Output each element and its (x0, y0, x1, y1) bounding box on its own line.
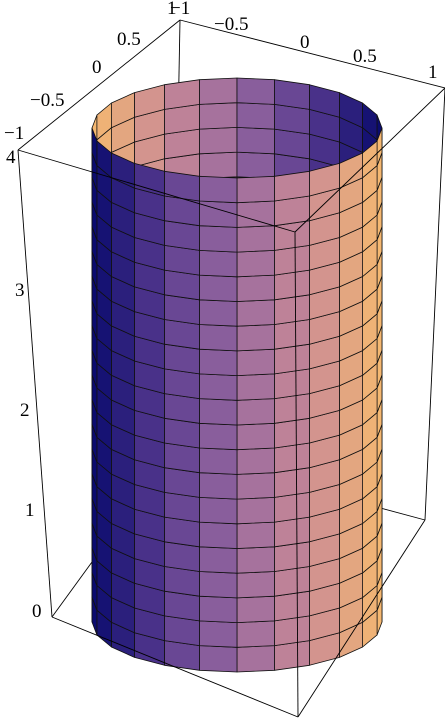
x-axis-ticks: −1 −0.5 0 0.5 1 (170, 0, 438, 83)
surface-panel-outer (236, 620, 275, 648)
surface-panel-outer (199, 546, 238, 574)
z-tick-label: 3 (15, 280, 25, 301)
y-tick-label: −1 (4, 123, 24, 144)
surface-panel-outer (199, 175, 238, 204)
surface-panel-outer (236, 571, 275, 599)
surface-panel-inner (199, 151, 238, 179)
cylinder-surface-outer (91, 127, 383, 673)
surface-panel-outer (236, 521, 275, 549)
surface-panel-outer (236, 225, 275, 253)
z-tick-label: 4 (6, 147, 16, 168)
surface-panel-outer (236, 398, 275, 426)
surface-panel-outer (199, 447, 238, 475)
z-tick-label: 2 (20, 400, 30, 421)
surface-panel-inner (274, 79, 310, 110)
surface-panel-inner (236, 77, 275, 105)
surface-panel-outer (236, 249, 275, 278)
surface-panel-inner (236, 102, 275, 130)
surface-panel-outer (164, 170, 200, 202)
surface-panel-outer (236, 496, 275, 525)
plot-stage: −1 −0.5 0 0.5 1 −1 −0.5 0 0.5 1 0 1 2 3 … (0, 0, 445, 719)
surface-panel-inner (199, 77, 238, 105)
surface-panel-inner (236, 127, 275, 155)
surface-panel-outer (199, 274, 238, 302)
surface-panel-outer (199, 422, 238, 451)
z-axis-ticks: 0 1 2 3 4 (6, 147, 42, 622)
surface-panel-inner (236, 151, 275, 179)
surface-panel-outer (199, 249, 238, 278)
surface-panel-outer (236, 373, 275, 401)
x-tick-label: 0 (300, 32, 310, 53)
z-tick-label: 1 (25, 500, 35, 521)
surface-panel-outer (199, 472, 238, 500)
surface-panel-outer (274, 170, 310, 202)
surface-panel-outer (236, 472, 275, 500)
z-tick-label: 0 (32, 601, 42, 622)
surface-panel-outer (236, 324, 275, 352)
surface-panel-outer (199, 225, 238, 253)
surface-panel-outer (199, 373, 238, 401)
surface-panel-outer (236, 447, 275, 475)
surface-panel-inner (164, 79, 200, 110)
x-tick-label: 1 (428, 62, 438, 83)
surface-panel-outer (236, 645, 275, 673)
surface-plot: −1 −0.5 0 0.5 1 −1 −0.5 0 0.5 1 0 1 2 3 … (4, 0, 445, 718)
surface-panel-outer (199, 398, 238, 426)
surface-panel-inner (199, 102, 238, 130)
surface-panel-outer (199, 620, 238, 648)
surface-panel-outer (236, 546, 275, 574)
x-tick-label: 0.5 (353, 46, 377, 67)
surface-panel-outer (199, 521, 238, 549)
surface-panel-outer (236, 274, 275, 302)
surface-panel-outer (199, 496, 238, 525)
surface-panel-outer (199, 595, 238, 623)
surface-panel-outer (236, 200, 275, 228)
x-tick-label: −0.5 (214, 14, 248, 35)
surface-panel-outer (199, 299, 238, 327)
surface-panel-inner (199, 127, 238, 155)
surface-panel-outer (236, 299, 275, 327)
y-tick-label: 0 (92, 57, 102, 78)
surface-panel-outer (236, 348, 275, 377)
surface-panel-outer (199, 645, 238, 673)
surface-panel-outer (236, 175, 275, 204)
surface-panel-outer (199, 348, 238, 377)
surface-panel-outer (199, 571, 238, 599)
surface-panel-outer (199, 324, 238, 352)
y-tick-label: −0.5 (30, 90, 64, 111)
y-tick-label: 0.5 (117, 29, 141, 50)
y-tick-label: 1 (167, 0, 177, 19)
surface-panel-outer (236, 595, 275, 623)
surface-panel-outer (236, 422, 275, 451)
